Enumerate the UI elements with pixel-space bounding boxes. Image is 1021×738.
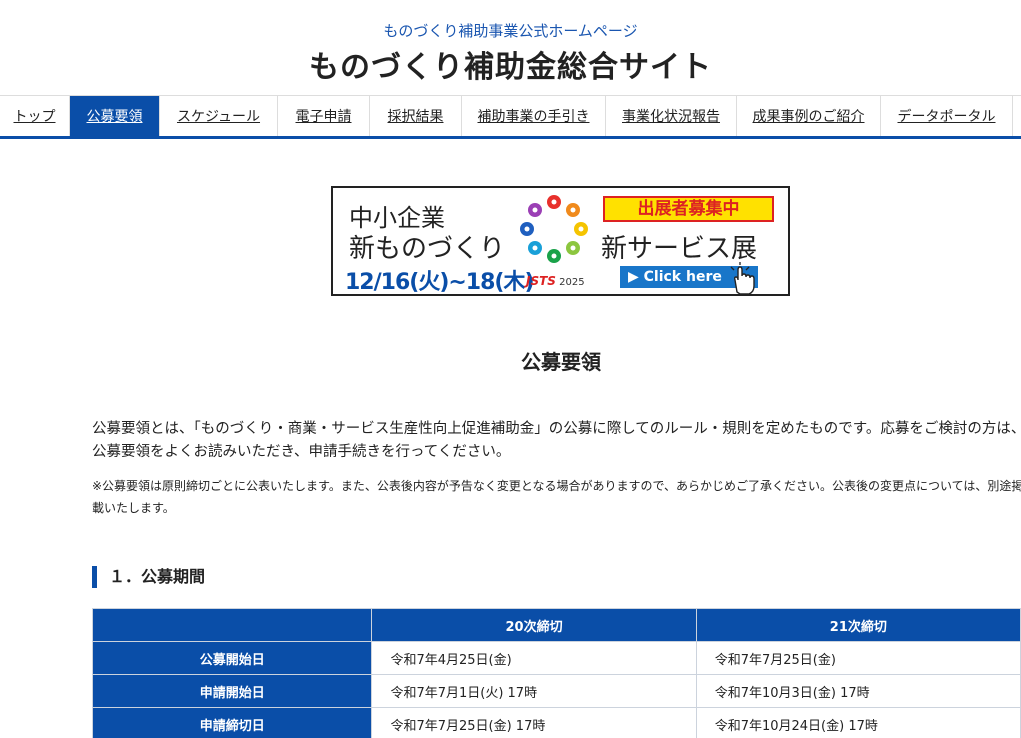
section-title-period: １．公募期間 [92,566,205,588]
banner-line2: 新ものづくり [349,234,506,264]
nav-guidebook[interactable]: 補助事業の手引き [462,96,606,136]
nav-top[interactable]: トップ [0,96,70,136]
site-title[interactable]: ものづくり補助金総合サイト [0,42,1021,86]
row-label: 申請開始日 [91,674,373,708]
table-header-21st: 21次締切 [695,608,1021,642]
gear-ring-icon [520,195,588,263]
table-cell: 令和7年7月25日(金) [695,641,1021,675]
site-header: ものづくり補助事業公式ホームページ ものづくり補助金総合サイト [0,0,1021,95]
table-cell: 令和7年7月25日(金) 17時 [371,707,697,738]
table-header-row: 20次締切 21次締切 [91,608,1021,642]
table-header-20th: 20次締切 [371,608,697,642]
page-title: 公募要領 [521,350,601,374]
schedule-table: 20次締切 21次締切 公募開始日 令和7年4月25日(金) 令和7年7月25日… [91,608,1021,738]
main-nav: トップ 公募要領 スケジュール 電子申請 採択結果 補助事業の手引き 事業化状況… [0,95,1021,139]
table-cell: 令和7年7月1日(火) 17時 [371,674,697,708]
note-text: ※公募要領は原則締切ごとに公表いたします。また、公表後内容が予告なく変更となる場… [92,479,1021,515]
table-header-empty [91,608,373,642]
table-cell: 令和7年4月25日(金) [371,641,697,675]
nav-selection-results[interactable]: 採択結果 [370,96,462,136]
table-row: 申請開始日 令和7年7月1日(火) 17時 令和7年10月3日(金) 17時 [91,674,1021,708]
banner-expo-name: 新サービス展 [601,234,758,264]
row-label: 公募開始日 [91,641,373,675]
pointer-hand-icon [730,262,755,295]
table-cell: 令和7年10月3日(金) 17時 [695,674,1021,708]
nav-schedule[interactable]: スケジュール [160,96,278,136]
row-label: 申請締切日 [91,707,373,738]
table-cell: 令和7年10月24日(金) 17時 [695,707,1021,738]
nav-case-studies[interactable]: 成果事例のご紹介 [737,96,881,136]
recruiting-badge: 出展者募集中 [603,196,774,222]
nav-status-report[interactable]: 事業化状況報告 [606,96,737,136]
table-row: 公募開始日 令和7年4月25日(金) 令和7年7月25日(金) [91,641,1021,675]
table-row: 申請締切日 令和7年7月25日(金) 17時 令和7年10月24日(金) 17時 [91,707,1021,738]
intro-text: 公募要領とは、「ものづくり・商業・サービス生産性向上促進補助金」の公募に際しての… [92,421,1021,460]
nav-koubo-youryou[interactable]: 公募要領 [70,96,160,136]
banner-date: 12/16(火)~18(木) [345,270,535,295]
jsts-logo: JSTS 2025 [526,274,585,288]
expo-banner[interactable]: 中小企業 新ものづくり 12/16(火)~18(木) JSTS 2025 出展者… [331,186,790,296]
nav-electronic-application[interactable]: 電子申請 [278,96,370,136]
site-subtitle: ものづくり補助事業公式ホームページ [383,22,638,40]
nav-data-portal[interactable]: データポータル [881,96,1013,136]
